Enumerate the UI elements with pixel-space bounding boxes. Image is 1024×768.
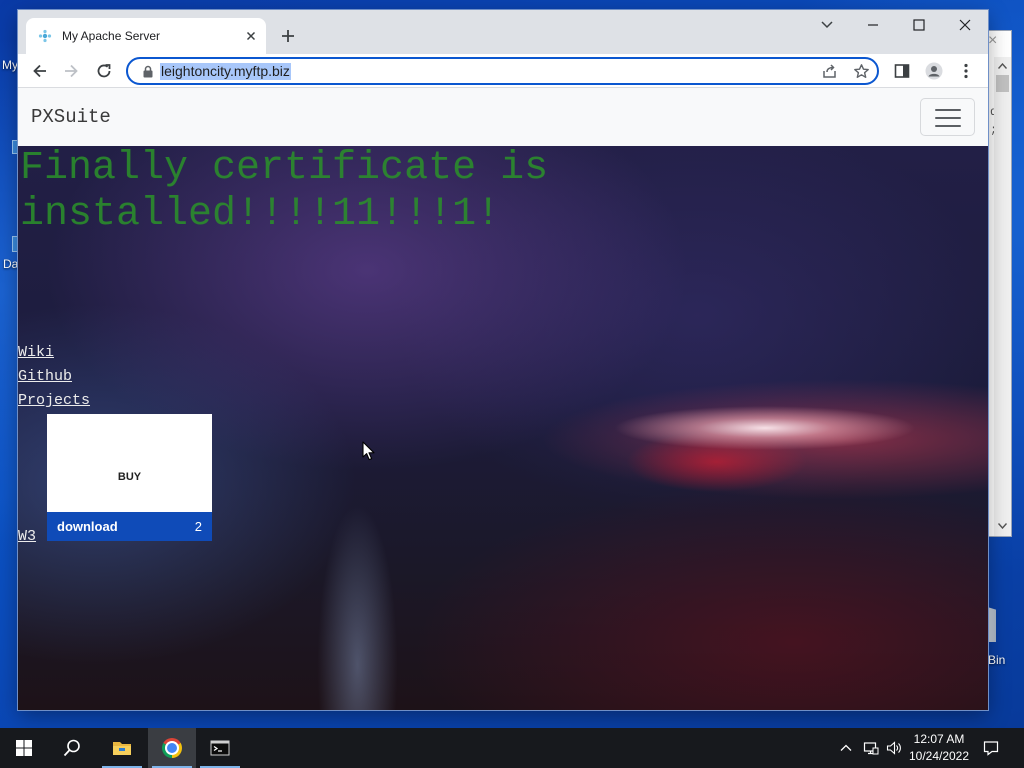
- volume-icon[interactable]: [886, 740, 902, 756]
- desktop-icon-label[interactable]: Da: [3, 257, 18, 271]
- search-button[interactable]: [48, 728, 96, 768]
- scroll-down-icon[interactable]: [998, 523, 1007, 529]
- link-w3[interactable]: W3: [18, 525, 36, 549]
- search-icon: [63, 739, 80, 757]
- reload-icon[interactable]: [95, 62, 113, 80]
- star-icon[interactable]: [853, 63, 870, 80]
- profile-icon[interactable]: [925, 62, 943, 80]
- chevron-up-icon[interactable]: [838, 740, 854, 756]
- page-heading: Finally certificate is installed!!!!11!!…: [20, 146, 549, 237]
- lock-icon[interactable]: [142, 65, 154, 78]
- hero-background: Finally certificate is installed!!!!11!!…: [18, 146, 988, 710]
- chrome-icon: [162, 738, 182, 758]
- notification-icon[interactable]: [983, 740, 999, 756]
- background-window[interactable]: × d ;: [985, 30, 1012, 537]
- mouse-cursor-icon: [362, 441, 375, 461]
- buy-label[interactable]: BUY: [47, 470, 212, 484]
- download-label[interactable]: download: [57, 519, 118, 535]
- site-brand[interactable]: PXSuite: [31, 105, 111, 129]
- minimize-icon[interactable]: [865, 18, 881, 32]
- link-list: Wiki Github Projects: [18, 341, 90, 413]
- tab-strip: My Apache Server: [18, 10, 988, 54]
- share-icon[interactable]: [821, 63, 838, 80]
- tab-title: My Apache Server: [62, 29, 161, 43]
- url-text[interactable]: leightoncity.myftp.biz: [160, 63, 291, 80]
- link-projects[interactable]: Projects: [18, 389, 90, 413]
- file-explorer-icon: [113, 742, 131, 755]
- download-count: 2: [194, 519, 202, 534]
- link-github[interactable]: Github: [18, 365, 90, 389]
- site-navbar: PXSuite: [18, 88, 988, 146]
- download-bar[interactable]: download 2: [47, 512, 212, 541]
- back-icon[interactable]: [31, 62, 49, 80]
- clock-time: 12:07 AM: [913, 732, 965, 746]
- link-wiki[interactable]: Wiki: [18, 341, 90, 365]
- terminal-button[interactable]: [196, 728, 244, 768]
- maximize-icon[interactable]: [911, 18, 927, 32]
- tab-my-apache-server[interactable]: My Apache Server: [26, 18, 266, 54]
- tab-close-icon[interactable]: [244, 29, 258, 43]
- taskbar: 12:07 AM 10/24/2022: [0, 728, 1024, 768]
- scrollbar-thumb[interactable]: [996, 75, 1009, 92]
- clock-date: 10/24/2022: [908, 749, 970, 763]
- background-window-scrollbar[interactable]: [994, 57, 1011, 536]
- forward-icon[interactable]: [62, 62, 80, 80]
- background-window-close-icon[interactable]: ×: [988, 31, 997, 51]
- chrome-taskbar-button[interactable]: [148, 728, 196, 768]
- hamburger-line: [935, 125, 961, 127]
- page-content: PXSuite Finally certificate is installed…: [18, 88, 988, 710]
- buy-popup[interactable]: BUY download 2: [47, 414, 212, 541]
- start-icon: [16, 740, 32, 756]
- menu-icon[interactable]: [957, 62, 975, 80]
- hamburger-line: [935, 117, 961, 119]
- popup-body[interactable]: BUY: [47, 414, 212, 512]
- side-panel-icon[interactable]: [893, 62, 911, 80]
- start-button[interactable]: [0, 728, 48, 768]
- hamburger-menu-button[interactable]: [920, 98, 975, 136]
- browser-toolbar: leightoncity.myftp.biz: [18, 54, 988, 88]
- scroll-up-icon[interactable]: [998, 63, 1007, 69]
- address-bar[interactable]: leightoncity.myftp.biz: [126, 57, 879, 85]
- close-icon[interactable]: [957, 18, 973, 32]
- hamburger-line: [935, 109, 961, 111]
- taskbar-clock[interactable]: 12:07 AM 10/24/2022: [906, 731, 972, 765]
- new-tab-icon[interactable]: [280, 28, 296, 44]
- tab-search-chevron-icon[interactable]: [819, 18, 835, 32]
- apache-favicon-icon: [38, 29, 52, 43]
- network-icon[interactable]: [863, 740, 879, 756]
- desktop-icon-label[interactable]: My: [2, 58, 18, 72]
- terminal-icon: [210, 740, 230, 756]
- file-explorer-button[interactable]: [98, 728, 146, 768]
- recycle-bin-label[interactable]: Bin: [988, 653, 1005, 667]
- chrome-window: My Apache Server leightoncity.myftp.biz …: [18, 10, 988, 710]
